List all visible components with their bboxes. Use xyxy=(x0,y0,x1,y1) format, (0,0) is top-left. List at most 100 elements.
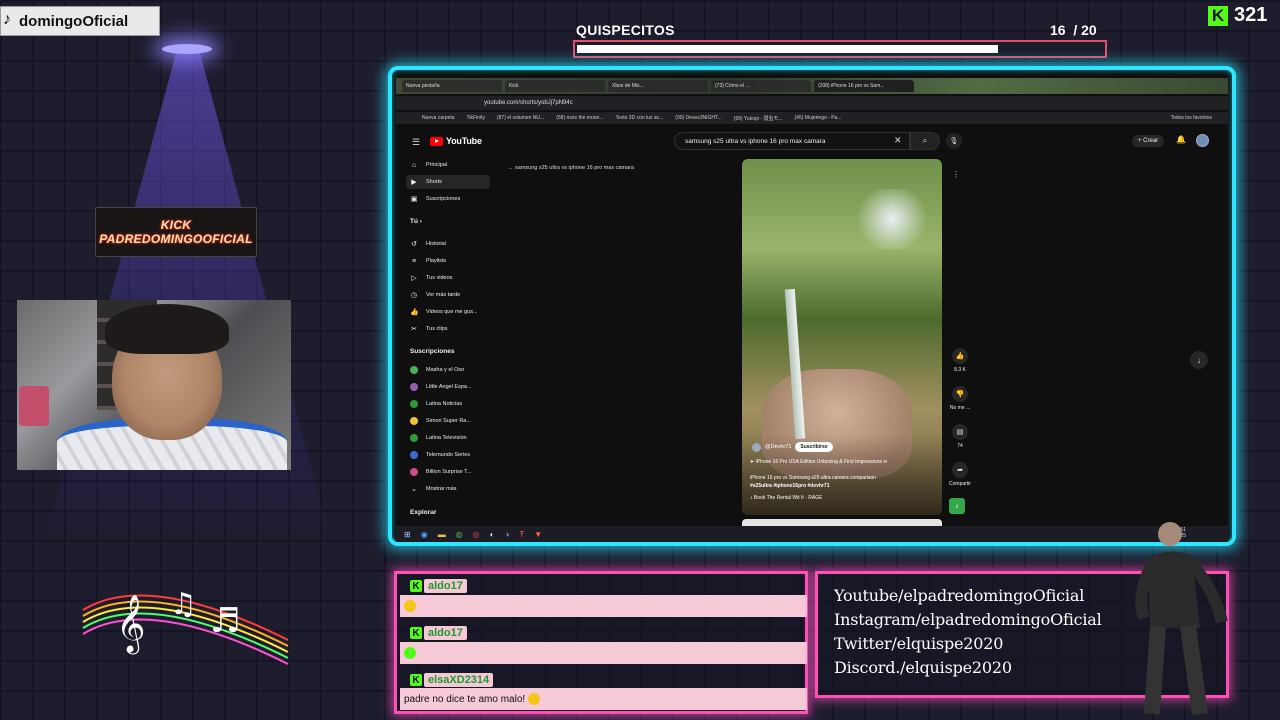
app-icon[interactable]: ◎ xyxy=(473,530,480,539)
channel-avatar xyxy=(410,383,418,391)
sidebar-subscription[interactable]: Simon Super Ra... xyxy=(406,414,490,428)
video-sky xyxy=(852,189,932,249)
sidebar-show-more[interactable]: ⌄ Mostrar más xyxy=(406,482,490,496)
sidebar-subscription[interactable]: Latina Noticias xyxy=(406,397,490,411)
neon-music-icon: 𝄞 ♫ ♬ xyxy=(82,587,289,665)
thumbs-up-icon[interactable]: 👍 xyxy=(952,348,968,364)
all-bookmarks[interactable]: Todos los favoritos xyxy=(1171,115,1212,121)
sidebar-subscription[interactable]: Telemundo Series xyxy=(406,448,490,462)
voice-search-button[interactable]: 🎙 xyxy=(946,133,962,149)
address-bar[interactable]: youtube.com/shorts/yobJj7pN94c xyxy=(396,96,1228,110)
sidebar-item-label: Masha y el Oso xyxy=(426,367,465,373)
svg-text:♬: ♬ xyxy=(210,601,240,641)
browser-tab-active[interactable]: (208) iPhone 16 pro vs Sam... xyxy=(814,80,914,92)
obs-icon[interactable]: ◐ xyxy=(490,530,495,539)
notifications-bell-icon[interactable]: 🔔 xyxy=(1176,135,1186,144)
short-title-line1: ➤ iPhone 16 Pro USA Edition Unboxing & F… xyxy=(750,459,888,465)
short-video-player[interactable]: @Devhr71 Suscribirse ➤ iPhone 16 Pro USA… xyxy=(742,159,942,515)
goal-current: 16 xyxy=(1050,22,1066,38)
brave-icon[interactable]: ▼ xyxy=(534,530,542,539)
channel-avatar[interactable] xyxy=(752,442,761,452)
create-button[interactable]: + Crear xyxy=(1132,135,1165,147)
comment-icon[interactable]: ▤ xyxy=(952,424,968,440)
file-explorer-icon[interactable]: ▬ xyxy=(438,530,446,539)
breadcrumb-text: samsung s25 ultra vs iphone 16 pro max c… xyxy=(515,165,634,171)
dislike-action[interactable]: 👎 No me ... xyxy=(947,386,973,411)
bookmark[interactable]: (45) Mujeriego - Pa... xyxy=(795,115,842,121)
shorts-back-breadcrumb[interactable]: ← samsung s25 ultra vs iphone 16 pro max… xyxy=(508,165,634,171)
bookmark[interactable]: (58) rises the moon... xyxy=(556,115,603,121)
youtube-logo[interactable]: YouTube xyxy=(430,136,482,146)
thumbs-down-icon[interactable]: 👎 xyxy=(952,386,968,402)
youtube-sidebar: ⌂ Principal ▶ Shorts ▣ Suscripciones Tú › ↺… xyxy=(396,156,492,526)
kick-follower-counter: K 321 xyxy=(1208,4,1267,27)
windows-start-icon[interactable]: ⊞ xyxy=(404,530,411,539)
create-button-label: Crear xyxy=(1143,138,1159,144)
sidebar-item-liked-videos[interactable]: 👍 Videos que me gus... xyxy=(406,305,490,319)
bookmark[interactable]: Nueva carpeta xyxy=(422,115,455,121)
sidebar-subscription[interactable]: Billion Surprise T... xyxy=(406,465,490,479)
webcam-person-hair xyxy=(105,304,229,354)
like-action[interactable]: 👍 8.3 K xyxy=(947,348,973,373)
chat-message-text: padre no dice te amo malo! xyxy=(404,693,526,705)
short-channel: @Devhr71 Suscribirse xyxy=(752,442,833,452)
comment-count: 74 xyxy=(957,443,963,449)
dislike-label: No me ... xyxy=(949,405,971,411)
bookmark[interactable]: (99) Deses3NIGHT... xyxy=(675,115,721,121)
browser-tab[interactable]: Xbox de Mis... xyxy=(608,80,708,92)
share-action[interactable]: ➦ Compartir xyxy=(947,462,973,487)
sidebar-item-playlists[interactable]: ≡ Playlists xyxy=(406,254,490,268)
sidebar-item-subscriptions[interactable]: ▣ Suscripciones xyxy=(406,192,490,206)
sidebar-item-watch-later[interactable]: ◷ Ver más tarde xyxy=(406,288,490,302)
sidebar-you-header[interactable]: Tú › xyxy=(410,218,422,225)
sidebar-item-your-videos[interactable]: ▷ Tus videos xyxy=(406,271,490,285)
comments-action[interactable]: ▤ 74 xyxy=(947,424,973,449)
sidebar-item-principal[interactable]: ⌂ Principal xyxy=(406,158,490,172)
sidebar-subscriptions-header: Suscripciones xyxy=(410,348,455,355)
sidebar-subscription[interactable]: Latina Televisión xyxy=(406,431,490,445)
channel-avatar xyxy=(410,468,418,476)
bookmark[interactable]: TikFinity xyxy=(467,115,485,121)
share-label: Compartir xyxy=(949,481,971,487)
browser-tab[interactable]: Kick xyxy=(505,80,605,92)
sidebar-item-label: Suscripciones xyxy=(426,196,461,202)
short-channel-name[interactable]: @Devhr71 xyxy=(765,444,791,450)
browser-tab-bar: Nueva pestaña Kick Xbox de Mis... (73) C… xyxy=(396,78,1228,94)
kick-count: 321 xyxy=(1234,4,1268,26)
sidebar-item-clips[interactable]: ✂ Tus clips xyxy=(406,322,490,336)
search-button[interactable]: ⌕ xyxy=(910,132,940,150)
sidebar-item-label: Mostrar más xyxy=(426,486,457,492)
browser-tab[interactable]: Nueva pestaña xyxy=(402,80,502,92)
chat-message xyxy=(400,642,807,664)
bookmark[interactable]: (87) el volumen NU... xyxy=(497,115,544,121)
sidebar-item-shorts[interactable]: ▶ Shorts xyxy=(406,175,490,189)
next-video-arrow-icon[interactable]: ↓ xyxy=(1190,351,1208,369)
sidebar-item-history[interactable]: ↺ Historial xyxy=(406,237,490,251)
sidebar-item-label: Tus clips xyxy=(426,326,448,332)
chat-username-row: K aldo17 xyxy=(410,626,467,640)
sound-icon[interactable]: ♪ xyxy=(949,498,965,514)
clear-search-icon[interactable]: ✕ xyxy=(894,135,902,146)
bookmark[interactable]: Texto 3D con luz ac... xyxy=(615,115,663,121)
kick-banner: KICK PADREDOMINGOOFICIAL xyxy=(95,207,257,257)
search-input[interactable]: samsung s25 ultra vs iphone 16 pro max c… xyxy=(674,132,910,150)
address-url[interactable]: youtube.com/shorts/yobJj7pN94c xyxy=(484,100,573,106)
sidebar-subscription[interactable]: Little Angel Espa... xyxy=(406,380,490,394)
chat-username: elsaXD2314 xyxy=(424,673,494,687)
app-icon[interactable]: ◑ xyxy=(505,530,510,539)
bookmark[interactable]: (99) Yukopi - 弱虫モ... xyxy=(734,115,783,122)
tikfinity-icon[interactable]: Ŧ xyxy=(519,530,524,539)
account-avatar[interactable] xyxy=(1196,134,1209,147)
browser-tab[interactable]: (73) Cómo el ... xyxy=(711,80,811,92)
sidebar-subscription[interactable]: Masha y el Oso xyxy=(406,363,490,377)
short-music[interactable]: ♪ Book The Rental Wit It · RAGE xyxy=(750,495,934,502)
short-hashtags[interactable]: #s25ultra #iphone16pro #devhr71 xyxy=(750,483,934,490)
hamburger-menu-icon[interactable]: ☰ xyxy=(412,137,420,148)
subscribe-button[interactable]: Suscribirse xyxy=(795,442,833,452)
short-title-line2: iPhone 16 pro vs Samsung s25 ultra camer… xyxy=(750,475,876,481)
chrome-icon[interactable]: ◍ xyxy=(456,530,463,539)
more-options-icon[interactable]: ⋮ xyxy=(952,170,960,179)
share-icon[interactable]: ➦ xyxy=(952,462,968,478)
webcam-background-object xyxy=(19,386,49,426)
edge-icon[interactable]: ◉ xyxy=(421,530,428,539)
